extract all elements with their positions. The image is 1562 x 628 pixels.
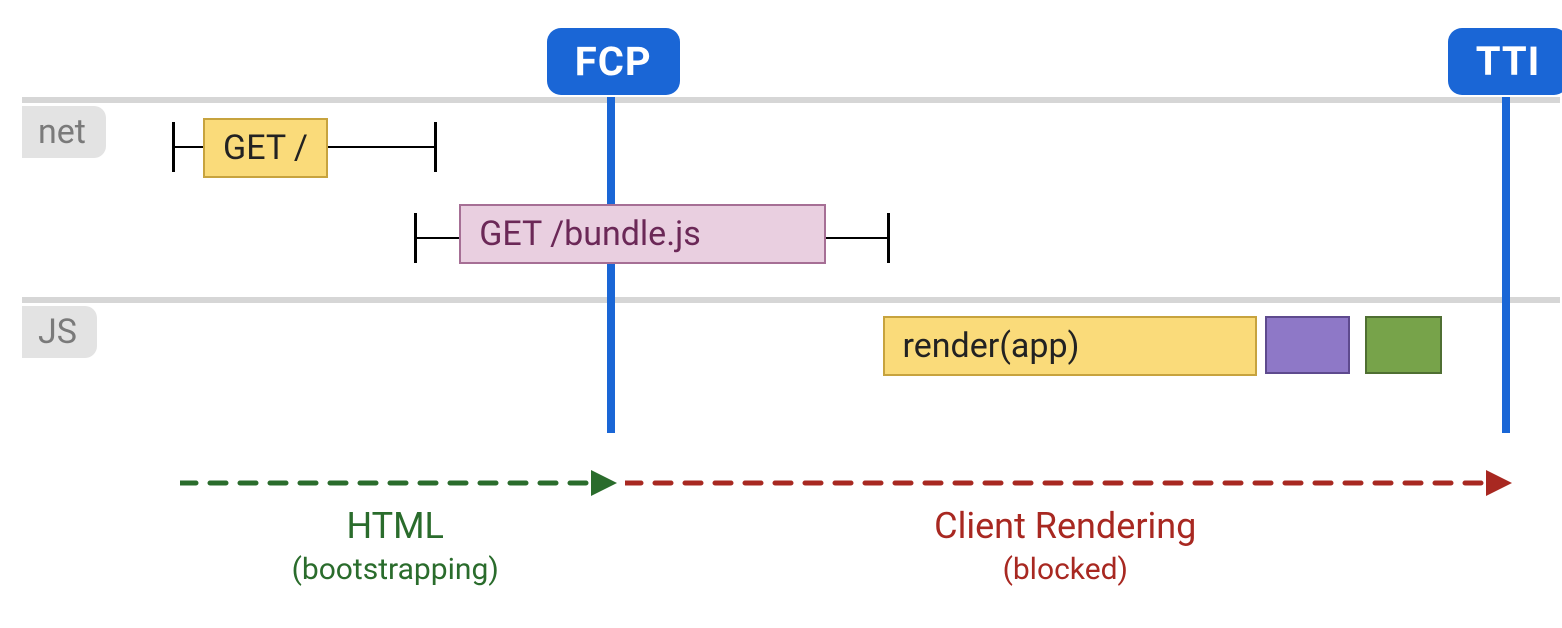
fcp-marker-line	[607, 97, 615, 433]
phase-sub-client: (blocked)	[625, 552, 1506, 587]
task-render-app: render(app)	[883, 316, 1258, 376]
task-block-purple	[1265, 316, 1349, 374]
lane-label-js: JS	[22, 306, 97, 358]
phase-title-client: Client Rendering	[625, 505, 1506, 547]
tti-marker-pill: TTI	[1448, 28, 1562, 95]
fcp-marker-pill: FCP	[547, 28, 680, 95]
task-get-bundle: GET /bundle.js	[459, 204, 826, 264]
tti-marker-line	[1502, 97, 1510, 433]
phase-arrow-html	[180, 468, 611, 498]
task-block-green	[1365, 316, 1442, 374]
lane-label-net: net	[22, 106, 106, 158]
phase-arrow-client	[625, 468, 1506, 498]
phase-arrow-client-head	[1486, 470, 1512, 496]
rule-mid	[22, 297, 1560, 303]
phase-arrow-html-head	[591, 470, 617, 496]
phase-sub-html: (bootstrapping)	[180, 552, 611, 587]
timeline-diagram: net JS FCP TTI GET / GET /bundle.js rend…	[0, 0, 1562, 628]
task-get-root: GET /	[203, 118, 328, 178]
rule-top	[22, 97, 1560, 103]
phase-title-html: HTML	[180, 505, 611, 547]
